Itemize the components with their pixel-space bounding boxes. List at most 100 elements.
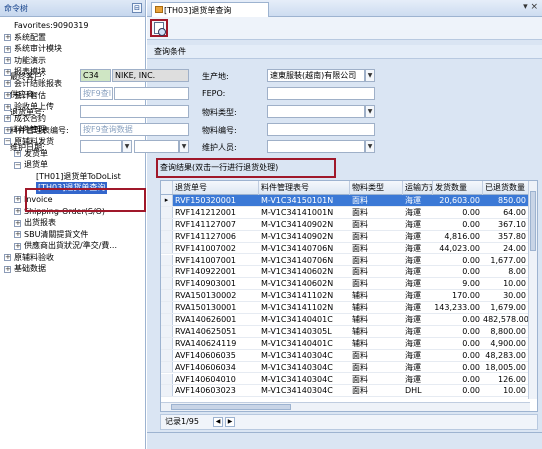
table-row[interactable]: RVF140922001 M-V1C34140602N 面料 海運 0.00 8.00 [161, 266, 537, 279]
return-no-field[interactable] [80, 105, 189, 118]
supplier-name-field[interactable] [114, 87, 189, 100]
expand-icon[interactable]: + [4, 34, 11, 42]
maint-person-dropdown-icon[interactable]: ▼ [365, 140, 375, 153]
query-button[interactable] [150, 19, 168, 37]
customer-code-field[interactable]: C34 [80, 69, 111, 82]
tree-item-label: Favorites:9090319 [14, 21, 89, 30]
row-indicator[interactable] [161, 290, 173, 302]
table-cell: 海運 [405, 350, 421, 360]
tree-item[interactable]: + SBU清關提貨文件 [0, 229, 146, 241]
table-row[interactable]: RVA150130002 M-V1C34141102N 辅料 海運 170.00 30.0… [161, 290, 537, 303]
column-header[interactable]: 退货单号 [173, 181, 259, 195]
column-header[interactable]: 运输方式 [403, 181, 433, 195]
expand-icon[interactable]: + [14, 219, 21, 227]
row-indicator[interactable] [161, 278, 173, 290]
column-header[interactable]: 料件管理表号 [259, 181, 350, 195]
row-indicator[interactable] [161, 385, 173, 397]
material-type-select[interactable] [267, 105, 365, 118]
tree-item[interactable]: + 原辅料验收 [0, 252, 146, 264]
tree-item[interactable]: Favorites:9090319 [0, 20, 146, 32]
row-indicator[interactable] [161, 230, 173, 242]
table-cell: 357.80 [498, 231, 526, 241]
expand-icon[interactable]: + [14, 242, 21, 250]
row-indicator[interactable] [161, 314, 173, 325]
column-header[interactable]: 发货数量 [433, 181, 483, 195]
row-indicator[interactable] [161, 254, 173, 266]
nav-last-icon[interactable]: ▶ [225, 417, 235, 427]
producer-dropdown-icon[interactable]: ▼ [365, 69, 375, 82]
row-indicator[interactable] [161, 337, 173, 349]
table-row[interactable]: AVF140603023 M-V1C34140304C 面料 DHL 0.00 10.00 [161, 385, 537, 398]
table-row[interactable]: RVA140626001 M-V1C34140401C 辅料 海運 0.00 482,57… [161, 314, 537, 326]
expand-icon[interactable]: + [4, 254, 11, 262]
vertical-scrollbar[interactable] [528, 181, 537, 399]
row-indicator[interactable] [161, 266, 173, 278]
row-indicator[interactable] [161, 242, 173, 254]
date-from-dropdown-icon[interactable]: ▼ [122, 140, 132, 153]
row-indicator[interactable] [161, 302, 173, 313]
fepo-field[interactable] [267, 87, 375, 100]
tree-item[interactable]: + 出货报表 [0, 217, 146, 229]
nav-first-icon[interactable]: ◀ [213, 417, 223, 427]
tree-item[interactable]: + 基础数据 [0, 263, 146, 275]
date-to-dropdown-icon[interactable]: ▼ [179, 140, 189, 153]
mgmt-no-label: 料件管理表编号: [10, 126, 69, 135]
results-grid[interactable]: 退货单号料件管理表号物料类型运输方式发货数量已退货数量 ▸RVF15032000… [160, 180, 538, 412]
expand-icon[interactable]: + [14, 231, 21, 239]
material-type-dropdown-icon[interactable]: ▼ [365, 105, 375, 118]
table-row[interactable]: ▸ RVF150320001 M-V1C34150101N 面料 海運 20,603.00… [161, 195, 537, 207]
mgmt-no-field[interactable]: 按F9查询数据 [80, 123, 189, 136]
table-row[interactable]: RVA150130001 M-V1C34141102N 辅料 海運 143,233.00… [161, 302, 537, 314]
table-row[interactable]: RVA140625051 M-V1C34140305L 辅料 海運 0.00 8,800.… [161, 325, 537, 338]
supplier-label: 供应商: [10, 90, 37, 99]
tree-item[interactable]: [TH01]退货单ToDoList [0, 171, 146, 183]
record-count: 记录1/95 [165, 417, 199, 426]
row-indicator[interactable] [161, 373, 173, 385]
table-row[interactable]: AVF140606035 M-V1C34140304C 面料 海運 0.00 48,283… [161, 349, 537, 362]
producer-select[interactable]: 速東服裝(越南)有限公司 [267, 69, 365, 82]
supplier-field[interactable]: 按F9查I [80, 87, 113, 100]
tree-item[interactable]: − 退货单 [0, 159, 146, 171]
table-row[interactable]: RVA140624119 M-V1C34140401C 辅料 海運 0.00 4,900.… [161, 337, 537, 350]
table-row[interactable]: RVF141127007 M-V1C34140902N 面料 海運 0.00 367.10 [161, 218, 537, 231]
tab-controls[interactable]: ▾ × [523, 2, 538, 12]
tab-th03[interactable]: [TH03]退货单查询 [151, 2, 269, 17]
table-row[interactable]: RVF141007002 M-V1C34140706N 面料 海運 44,023.00 2… [161, 242, 537, 255]
pin-icon[interactable]: ⊟ [132, 3, 142, 13]
table-row[interactable]: AVF140606034 M-V1C34140304C 面料 海運 0.00 18,005… [161, 361, 537, 374]
table-row[interactable]: RVF141127006 M-V1C34140902N 面料 海運 4,816.00 35… [161, 230, 537, 243]
table-cell: 辅料 [352, 315, 368, 324]
row-indicator[interactable] [161, 325, 173, 337]
tree-item[interactable]: + 供應商出貨狀況/準交/費... [0, 240, 146, 252]
row-indicator[interactable] [161, 349, 173, 361]
row-indicator[interactable]: ▸ [161, 195, 173, 206]
expand-icon[interactable]: + [4, 265, 11, 273]
horizontal-scroll-thumb[interactable] [171, 404, 291, 410]
table-cell: RVA150130001 [175, 303, 237, 313]
horizontal-scrollbar[interactable] [161, 402, 530, 411]
tree-item-label: 基础数据 [14, 264, 46, 274]
table-cell: 海運 [405, 231, 421, 241]
maint-date-from-field[interactable] [80, 140, 122, 153]
table-cell: RVF150320001 [175, 196, 237, 205]
maint-date-to-field[interactable] [134, 140, 179, 153]
expand-icon[interactable]: + [14, 196, 21, 204]
table-row[interactable]: AVF140604010 M-V1C34140304C 面料 海運 0.00 126.00 [161, 373, 537, 386]
table-row[interactable]: RVF140903001 M-V1C34140602N 面料 海運 9.00 10.00 [161, 278, 537, 291]
table-row[interactable]: RVF141212001 M-V1C34141001N 面料 海運 0.00 64.00 [161, 206, 537, 219]
row-indicator[interactable] [161, 218, 173, 230]
collapse-icon[interactable]: − [14, 161, 21, 169]
material-no-field[interactable] [267, 123, 375, 136]
maint-person-select[interactable] [267, 140, 365, 153]
column-header[interactable]: 物料类型 [350, 181, 403, 195]
expand-icon[interactable]: + [4, 45, 11, 53]
tree-item[interactable]: + 系统审计模块 [0, 43, 146, 55]
row-indicator[interactable] [161, 206, 173, 218]
column-header[interactable]: 已退货数量 [483, 181, 529, 195]
row-indicator[interactable] [161, 361, 173, 373]
vertical-scroll-thumb[interactable] [530, 191, 536, 251]
expand-icon[interactable]: + [14, 208, 21, 215]
customer-name-field[interactable]: NIKE, INC. [112, 69, 189, 82]
table-row[interactable]: RVF141007001 M-V1C34140706N 面料 海運 0.00 1,677.… [161, 254, 537, 267]
tree-item[interactable]: + 系统配置 [0, 32, 146, 44]
